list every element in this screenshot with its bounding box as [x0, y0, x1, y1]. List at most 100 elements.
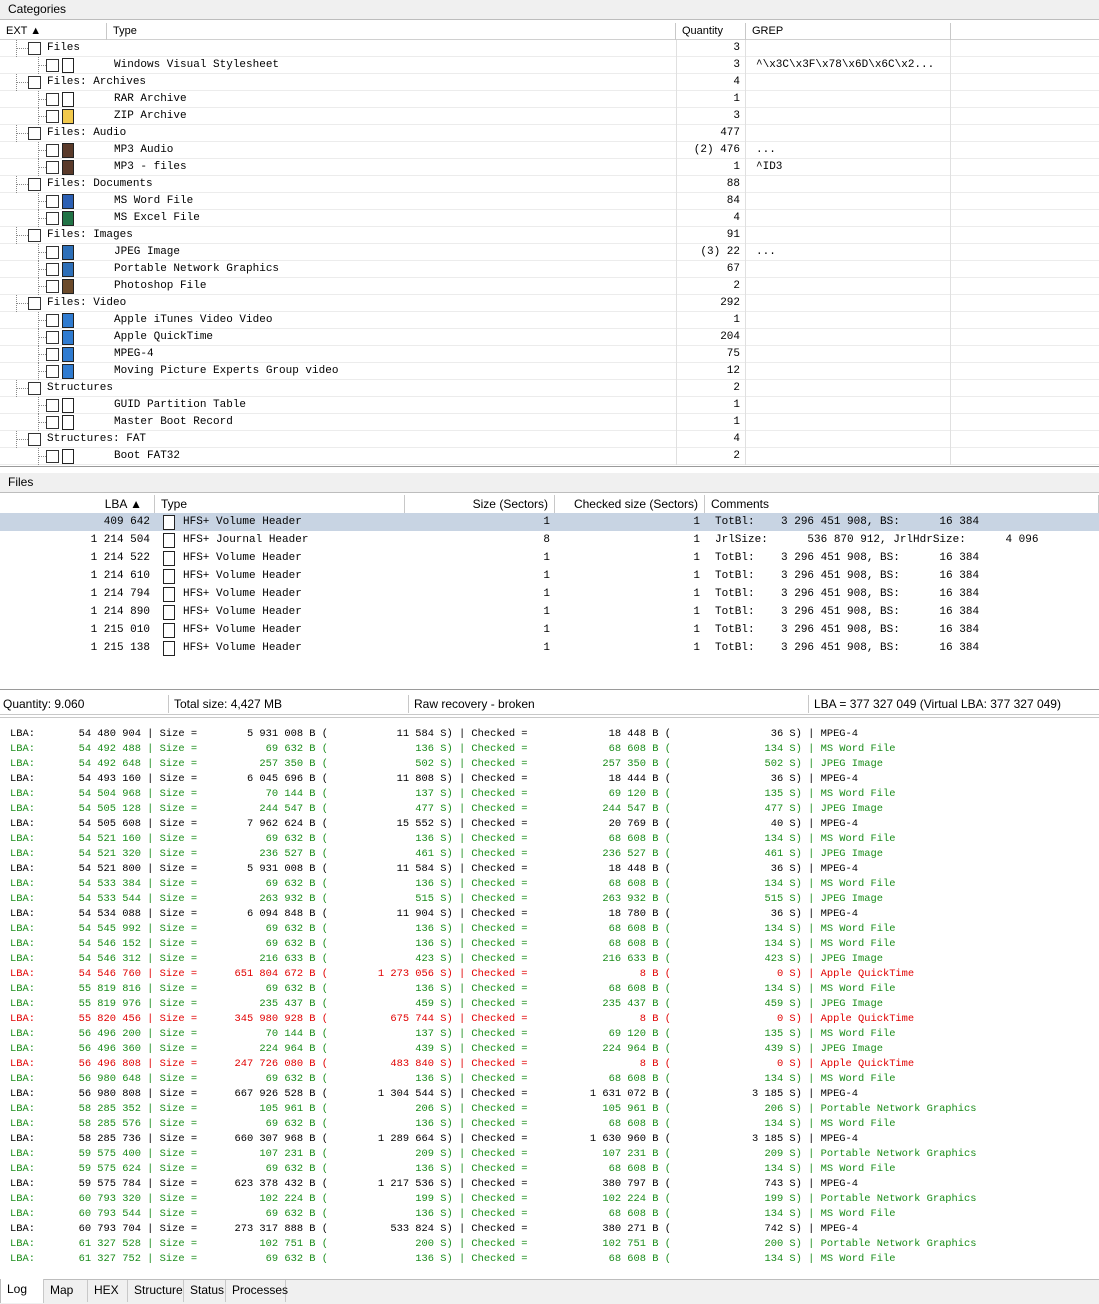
- category-grep: [756, 227, 951, 244]
- category-quantity: 67: [676, 261, 746, 278]
- category-checkbox[interactable]: [46, 161, 59, 174]
- col-type[interactable]: Type: [107, 23, 676, 40]
- category-checkbox[interactable]: [28, 297, 41, 310]
- category-label: Windows Visual Stylesheet: [114, 59, 280, 71]
- category-group-row[interactable]: Files 3: [0, 40, 1099, 57]
- category-checkbox[interactable]: [46, 416, 59, 429]
- file-comments: TotBl: 3 296 451 908, BS: 16 384: [715, 624, 980, 636]
- video-file-icon: [62, 364, 74, 379]
- log-line-text: LBA: 56 496 360 | Size = 224 964 B ( 439…: [10, 1043, 883, 1055]
- file-row[interactable]: 1 214 504 HFS+ Journal Header 8 1 JrlSize: 5…: [0, 531, 1099, 549]
- category-checkbox[interactable]: [46, 59, 59, 72]
- category-group-row[interactable]: Files: Audio 477: [0, 125, 1099, 142]
- category-row[interactable]: MPEG-4 75: [0, 346, 1099, 363]
- file-row[interactable]: 1 214 610 HFS+ Volume Header 1 1 TotBl: 3 29…: [0, 567, 1099, 585]
- tree-branch: [38, 218, 46, 219]
- category-checkbox[interactable]: [46, 348, 59, 361]
- tab-map[interactable]: Map: [44, 1280, 88, 1302]
- file-type: HFS+ Volume Header: [183, 606, 302, 618]
- file-row[interactable]: 1 215 010 HFS+ Volume Header 1 1 TotBl: 3 29…: [0, 621, 1099, 639]
- category-checkbox[interactable]: [28, 76, 41, 89]
- category-row[interactable]: Apple QuickTime 204: [0, 329, 1099, 346]
- category-grep: ^\x3C\x3F\x78\x6D\x6C\x2...: [756, 57, 951, 74]
- category-checkbox[interactable]: [46, 314, 59, 327]
- tree-branch: [38, 99, 46, 100]
- file-row[interactable]: 1 214 522 HFS+ Volume Header 1 1 TotBl: 3 29…: [0, 549, 1099, 567]
- log-panel[interactable]: LBA: 54 480 904 | Size = 5 931 008 B ( 1…: [0, 717, 1099, 1277]
- category-checkbox[interactable]: [46, 450, 59, 463]
- col-size[interactable]: Size (Sectors): [405, 495, 555, 514]
- category-checkbox[interactable]: [46, 93, 59, 106]
- file-size: 1: [543, 570, 550, 582]
- category-row[interactable]: Boot FAT32 2: [0, 448, 1099, 465]
- file-row[interactable]: 1 214 794 HFS+ Volume Header 1 1 TotBl: 3 29…: [0, 585, 1099, 603]
- category-row[interactable]: GUID Partition Table 1: [0, 397, 1099, 414]
- category-row[interactable]: Portable Network Graphics 67: [0, 261, 1099, 278]
- category-group-row[interactable]: Structures: FAT 4: [0, 431, 1099, 448]
- file-icon: [163, 515, 175, 530]
- log-line-text: LBA: 58 285 736 | Size = 660 307 968 B (…: [10, 1133, 859, 1145]
- file-icon: [163, 587, 175, 602]
- category-grep: [756, 261, 951, 278]
- category-checkbox[interactable]: [46, 263, 59, 276]
- tab-log[interactable]: Log: [0, 1279, 44, 1303]
- category-checkbox[interactable]: [28, 382, 41, 395]
- file-type: HFS+ Volume Header: [183, 516, 302, 528]
- category-quantity: 1: [676, 397, 746, 414]
- tab-structure[interactable]: Structure: [128, 1280, 184, 1302]
- file-row[interactable]: 1 215 138 HFS+ Volume Header 1 1 TotBl: 3 29…: [0, 639, 1099, 657]
- category-checkbox[interactable]: [28, 127, 41, 140]
- category-row[interactable]: MS Excel File 4: [0, 210, 1099, 227]
- category-row[interactable]: MP3 - files 1 ^ID3: [0, 159, 1099, 176]
- category-checkbox[interactable]: [46, 331, 59, 344]
- category-row[interactable]: JPEG Image (3) 22...: [0, 244, 1099, 261]
- category-row[interactable]: RAR Archive 1: [0, 91, 1099, 108]
- category-row[interactable]: Photoshop File 2: [0, 278, 1099, 295]
- log-line-text: LBA: 54 521 160 | Size = 69 632 B ( 136 …: [10, 833, 896, 845]
- category-checkbox[interactable]: [46, 144, 59, 157]
- category-row[interactable]: Master Boot Record 1: [0, 414, 1099, 431]
- category-checkbox[interactable]: [28, 433, 41, 446]
- category-checkbox[interactable]: [46, 365, 59, 378]
- category-group-row[interactable]: Structures 2: [0, 380, 1099, 397]
- tab-hex[interactable]: HEX: [88, 1280, 128, 1302]
- category-checkbox[interactable]: [28, 42, 41, 55]
- file-type: HFS+ Volume Header: [183, 642, 302, 654]
- category-checkbox[interactable]: [46, 399, 59, 412]
- category-checkbox[interactable]: [46, 246, 59, 259]
- category-row[interactable]: MP3 Audio (2) 476...: [0, 142, 1099, 159]
- col-quantity[interactable]: Quantity: [676, 23, 746, 40]
- category-row[interactable]: Windows Visual Stylesheet 3 ^\x3C\x3F\x78\…: [0, 57, 1099, 74]
- col-ext[interactable]: EXT ▲: [0, 23, 107, 40]
- category-label: Master Boot Record: [114, 416, 233, 428]
- category-row[interactable]: Moving Picture Experts Group video 12: [0, 363, 1099, 380]
- category-checkbox[interactable]: [46, 195, 59, 208]
- category-row[interactable]: ZIP Archive 3: [0, 108, 1099, 125]
- category-group-row[interactable]: Files: Archives 4: [0, 74, 1099, 91]
- col-checked-size[interactable]: Checked size (Sectors): [555, 495, 705, 514]
- file-row[interactable]: 1 214 890 HFS+ Volume Header 1 1 TotBl: 3 29…: [0, 603, 1099, 621]
- bottom-tab-bar: Log Map HEX Structure Status Processes: [0, 1279, 1099, 1304]
- category-group-row[interactable]: Files: Images 91: [0, 227, 1099, 244]
- col-lba[interactable]: LBA ▲: [0, 495, 155, 514]
- category-checkbox[interactable]: [46, 280, 59, 293]
- col-file-type[interactable]: Type: [155, 495, 405, 514]
- file-row[interactable]: 409 642 HFS+ Volume Header 1 1 TotBl: 3 296 …: [0, 513, 1099, 531]
- tab-status[interactable]: Status: [184, 1280, 226, 1302]
- category-checkbox[interactable]: [46, 110, 59, 123]
- category-group-row[interactable]: Files: Documents 88: [0, 176, 1099, 193]
- category-checkbox[interactable]: [28, 178, 41, 191]
- image-file-icon: [62, 245, 74, 260]
- tree-branch: [16, 82, 28, 83]
- col-grep[interactable]: GREP: [746, 23, 951, 40]
- category-checkbox[interactable]: [46, 212, 59, 225]
- file-size: 1: [543, 606, 550, 618]
- file-lba: 409 642: [103, 516, 150, 528]
- category-row[interactable]: MS Word File 84: [0, 193, 1099, 210]
- category-checkbox[interactable]: [28, 229, 41, 242]
- file-lba: 1 214 794: [90, 588, 150, 600]
- category-row[interactable]: Apple iTunes Video Video 1: [0, 312, 1099, 329]
- tab-processes[interactable]: Processes: [226, 1280, 288, 1302]
- category-group-row[interactable]: Files: Video 292: [0, 295, 1099, 312]
- col-comments[interactable]: Comments: [705, 495, 1099, 514]
